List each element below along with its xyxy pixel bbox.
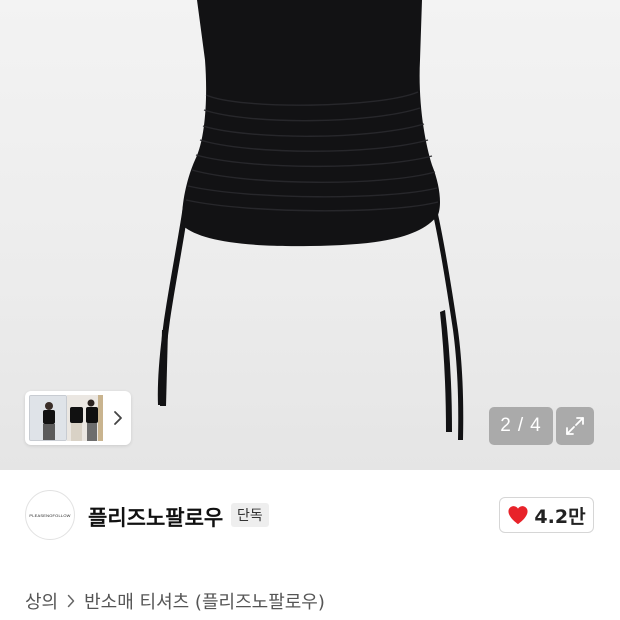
like-count: 4.2만	[534, 505, 586, 528]
brand-logo[interactable]: PLEASENOFOLLOW	[25, 490, 75, 540]
heart-icon	[508, 506, 528, 525]
product-page: 2 / 4 PLEASENOFOLLOW 플리즈노팔로우 단독 4.2만 상의 …	[0, 0, 620, 620]
like-button[interactable]: 4.2만	[499, 497, 594, 533]
exclusive-badge: 단독	[231, 503, 269, 527]
expand-button[interactable]	[556, 407, 594, 445]
expand-icon	[566, 417, 584, 435]
thumbnail-strip[interactable]	[25, 391, 131, 445]
model-thumbnail-image	[30, 396, 66, 440]
breadcrumb-category[interactable]: 상의	[25, 588, 58, 614]
thumbnail-model-front[interactable]	[29, 395, 67, 441]
brand-name[interactable]: 플리즈노팔로우	[88, 502, 223, 532]
breadcrumb: 상의 반소매 티셔츠 (플리즈노팔로우)	[25, 588, 325, 614]
chevron-right-icon	[67, 594, 75, 608]
pager-separator: /	[517, 415, 525, 436]
product-image[interactable]: 2 / 4	[0, 0, 620, 470]
breadcrumb-subcategory[interactable]: 반소매 티셔츠 (플리즈노팔로우)	[84, 588, 325, 614]
image-pager: 2 / 4	[489, 407, 553, 445]
brand-logo-text: PLEASENOFOLLOW	[29, 512, 71, 518]
pager-current: 2	[500, 415, 512, 436]
thumbnail-model-back[interactable]	[67, 395, 103, 441]
pager-total: 4	[530, 415, 542, 436]
chevron-right-icon[interactable]	[113, 410, 123, 426]
model-thumbnail-image	[67, 395, 103, 441]
brand-row: PLEASENOFOLLOW 플리즈노팔로우 단독 4.2만	[0, 470, 620, 562]
